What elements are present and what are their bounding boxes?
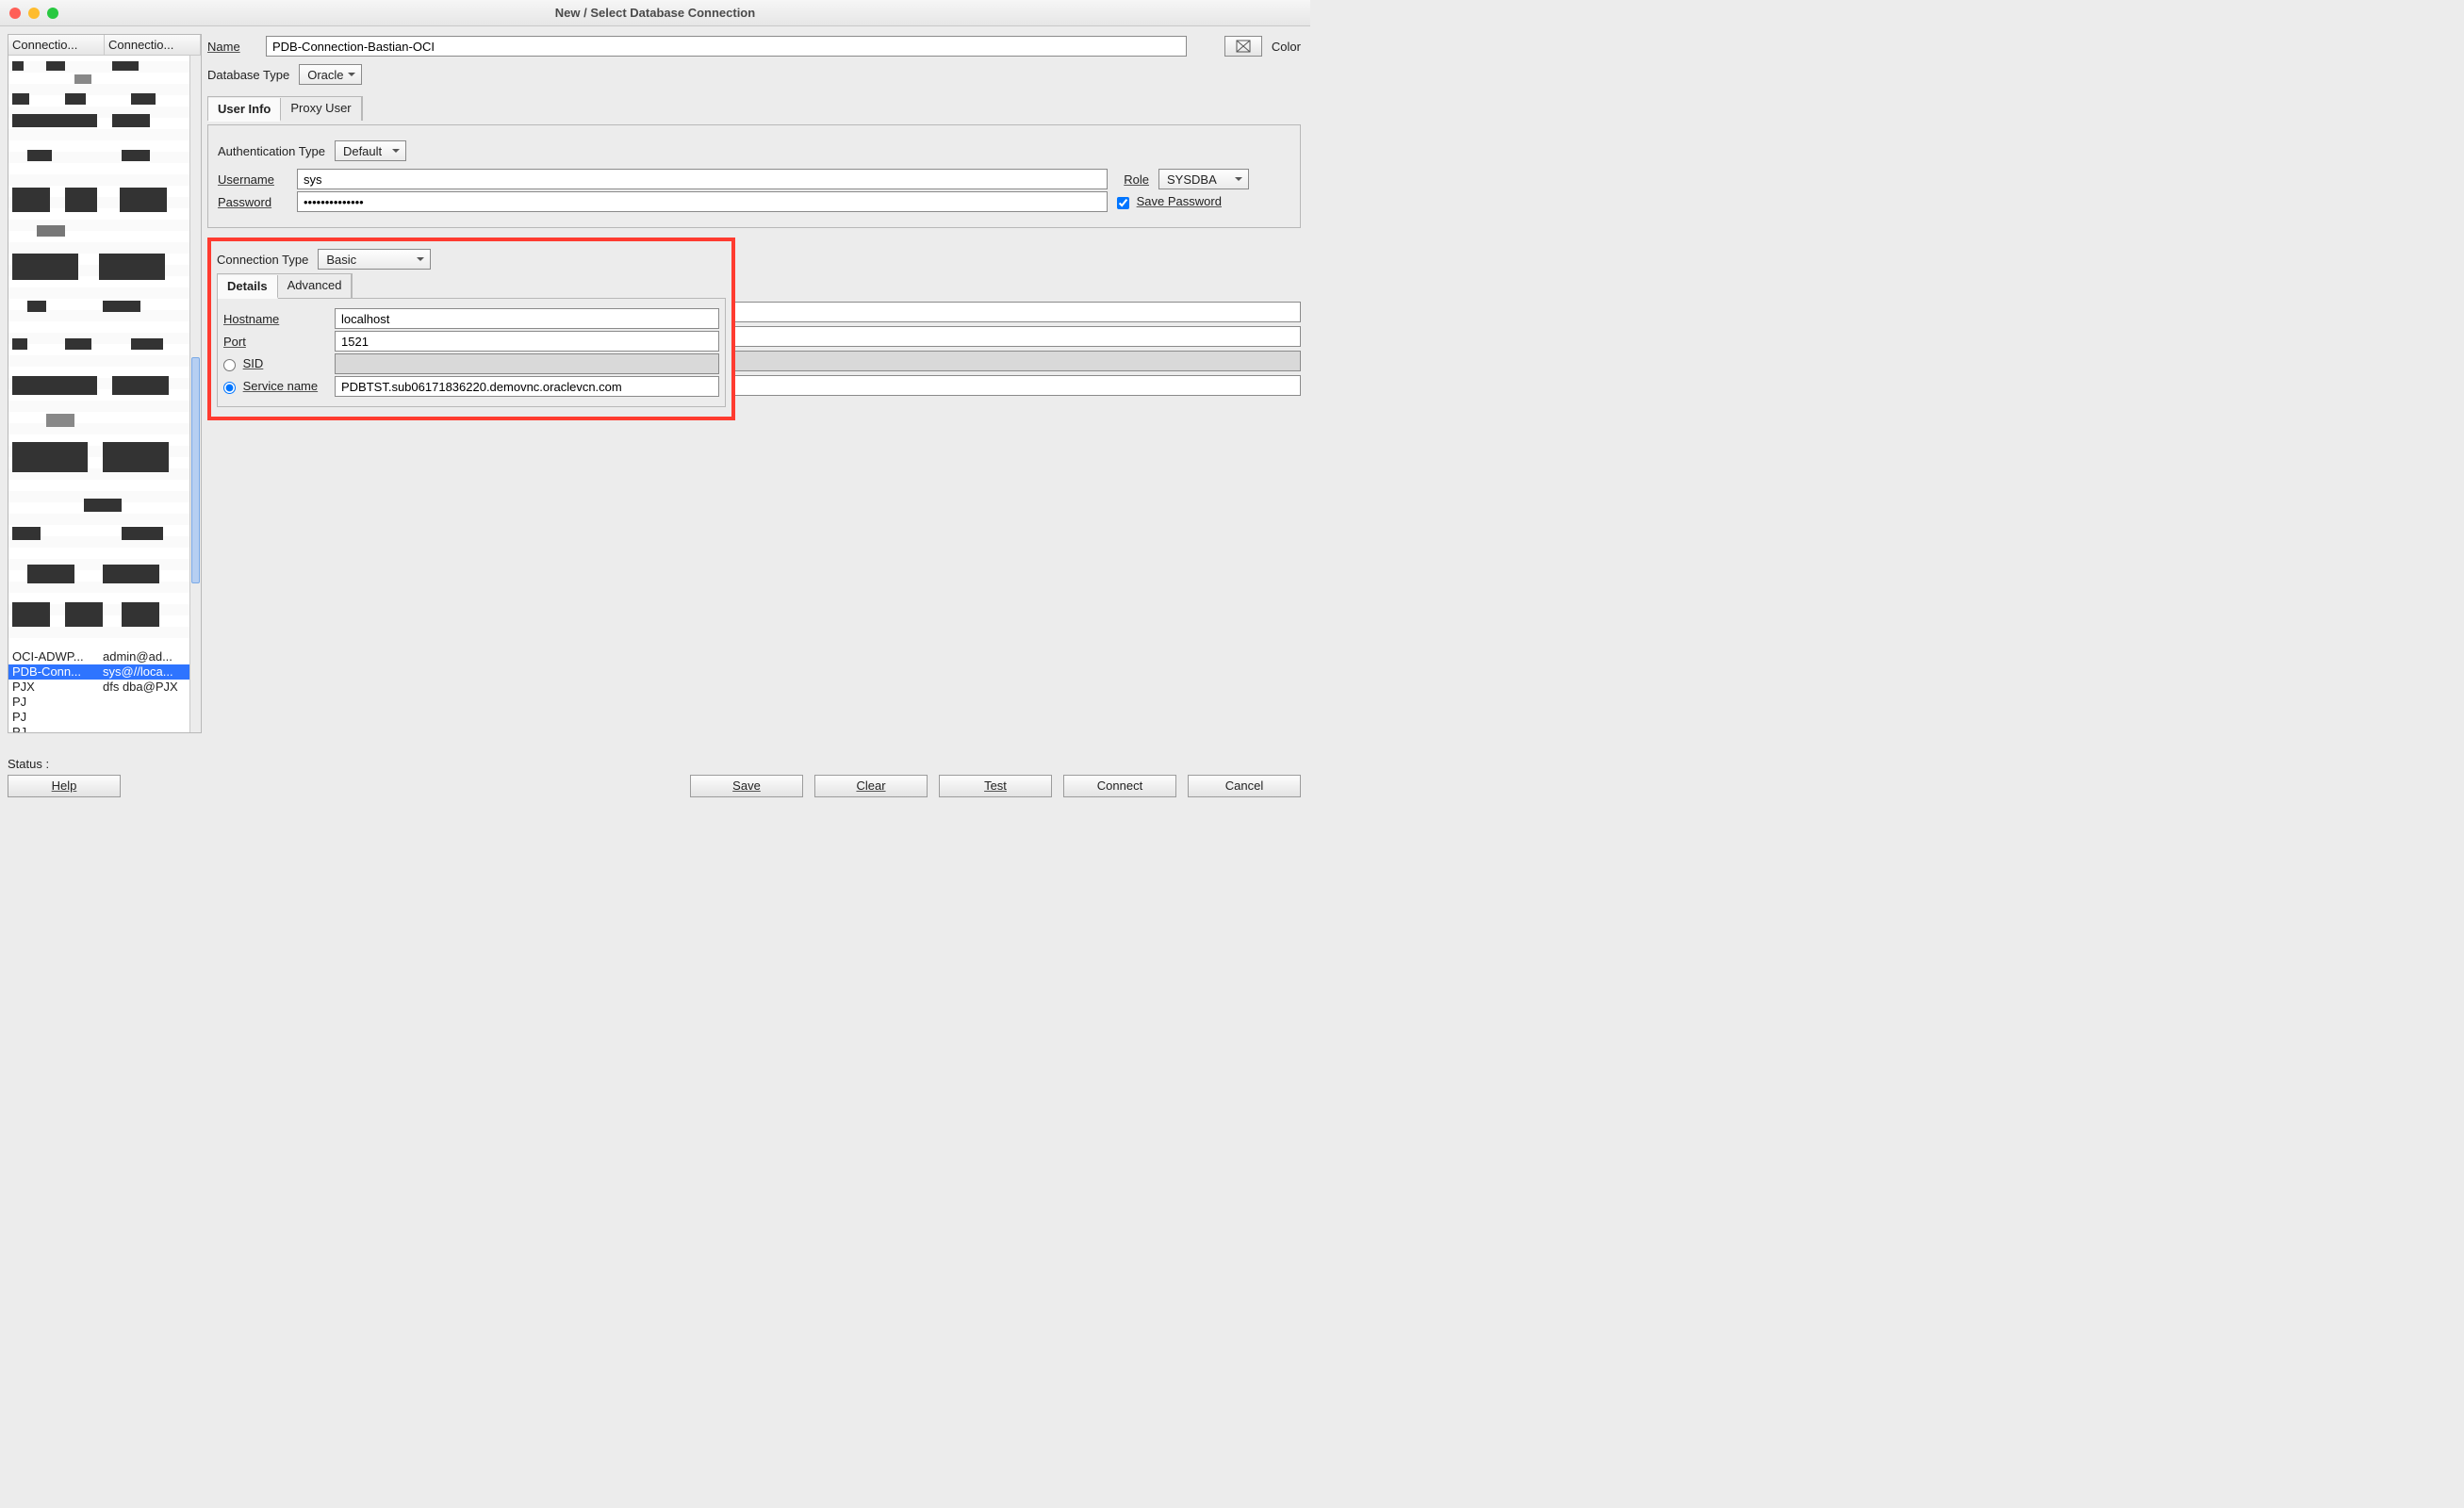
close-icon[interactable]: [9, 8, 21, 19]
password-field[interactable]: [297, 191, 1108, 212]
scrollbar-thumb[interactable]: [191, 357, 200, 583]
list-item-selected[interactable]: PDB-Conn... sys@//loca...: [8, 664, 189, 680]
conn-type-select[interactable]: Basic: [318, 249, 431, 270]
auth-label: Authentication Type: [218, 144, 325, 158]
name-field[interactable]: [266, 36, 1187, 57]
footer: Help Save Clear Test Connect Cancel: [8, 775, 1301, 797]
window-title: New / Select Database Connection: [0, 6, 1310, 20]
list-item[interactable]: PJ: [8, 725, 189, 732]
crossed-square-icon: [1236, 40, 1251, 53]
role-label: Role: [1117, 172, 1149, 187]
conn-type-label: Connection Type: [217, 253, 308, 267]
save-password-checkbox[interactable]: Save Password: [1117, 194, 1222, 208]
connection-type-highlight: Connection Type Basic Details Advanced H…: [207, 238, 735, 420]
color-button[interactable]: [1224, 36, 1262, 57]
connections-list[interactable]: Connectio... Connectio...: [8, 34, 202, 733]
hostname-field[interactable]: [335, 308, 719, 329]
cancel-button[interactable]: Cancel: [1188, 775, 1301, 797]
auth-select[interactable]: Default: [335, 140, 406, 161]
service-radio[interactable]: Service name: [223, 379, 325, 393]
test-button[interactable]: Test: [939, 775, 1052, 797]
service-field[interactable]: [335, 376, 719, 397]
dbtype-label: Database Type: [207, 68, 289, 82]
save-button[interactable]: Save: [690, 775, 803, 797]
hostname-label: Hostname: [223, 312, 325, 326]
status-label: Status :: [8, 757, 49, 771]
port-label: Port: [223, 335, 325, 349]
role-select[interactable]: SYSDBA: [1158, 169, 1249, 189]
titlebar: New / Select Database Connection: [0, 0, 1310, 26]
form-panel: Name Color Database Type Oracle User Inf…: [207, 34, 1301, 750]
column-header-details[interactable]: Connectio...: [105, 35, 201, 55]
column-header-name[interactable]: Connectio...: [8, 35, 105, 55]
name-label: Name: [207, 40, 256, 54]
username-field[interactable]: [297, 169, 1108, 189]
list-item[interactable]: OCI-ADWP... admin@ad...: [8, 649, 189, 664]
connections-panel: Connectio... Connectio...: [8, 34, 202, 750]
list-item[interactable]: PJ: [8, 695, 189, 710]
scrollbar[interactable]: [189, 56, 201, 732]
window-controls: [9, 8, 58, 19]
dbtype-select[interactable]: Oracle: [299, 64, 361, 85]
username-label: Username: [218, 172, 287, 187]
detail-tabs: Details Advanced: [217, 273, 353, 298]
tab-advanced[interactable]: Advanced: [278, 274, 353, 298]
tab-details[interactable]: Details: [218, 275, 278, 299]
list-item[interactable]: PJX dfs dba@PJX: [8, 680, 189, 695]
tab-user-info[interactable]: User Info: [208, 98, 281, 122]
password-label: Password: [218, 195, 287, 209]
port-field[interactable]: [335, 331, 719, 352]
help-button[interactable]: Help: [8, 775, 121, 797]
sid-field: [335, 353, 719, 374]
sid-radio[interactable]: SID: [223, 356, 325, 370]
color-label: Color: [1272, 40, 1301, 54]
clear-button[interactable]: Clear: [814, 775, 928, 797]
zoom-icon[interactable]: [47, 8, 58, 19]
tab-proxy-user[interactable]: Proxy User: [281, 97, 361, 121]
list-item[interactable]: PJ: [8, 710, 189, 725]
user-tabs: User Info Proxy User: [207, 96, 363, 121]
dialog-window: New / Select Database Connection Connect…: [0, 0, 1310, 803]
connect-button[interactable]: Connect: [1063, 775, 1176, 797]
redacted-rows: [8, 56, 189, 649]
minimize-icon[interactable]: [28, 8, 40, 19]
